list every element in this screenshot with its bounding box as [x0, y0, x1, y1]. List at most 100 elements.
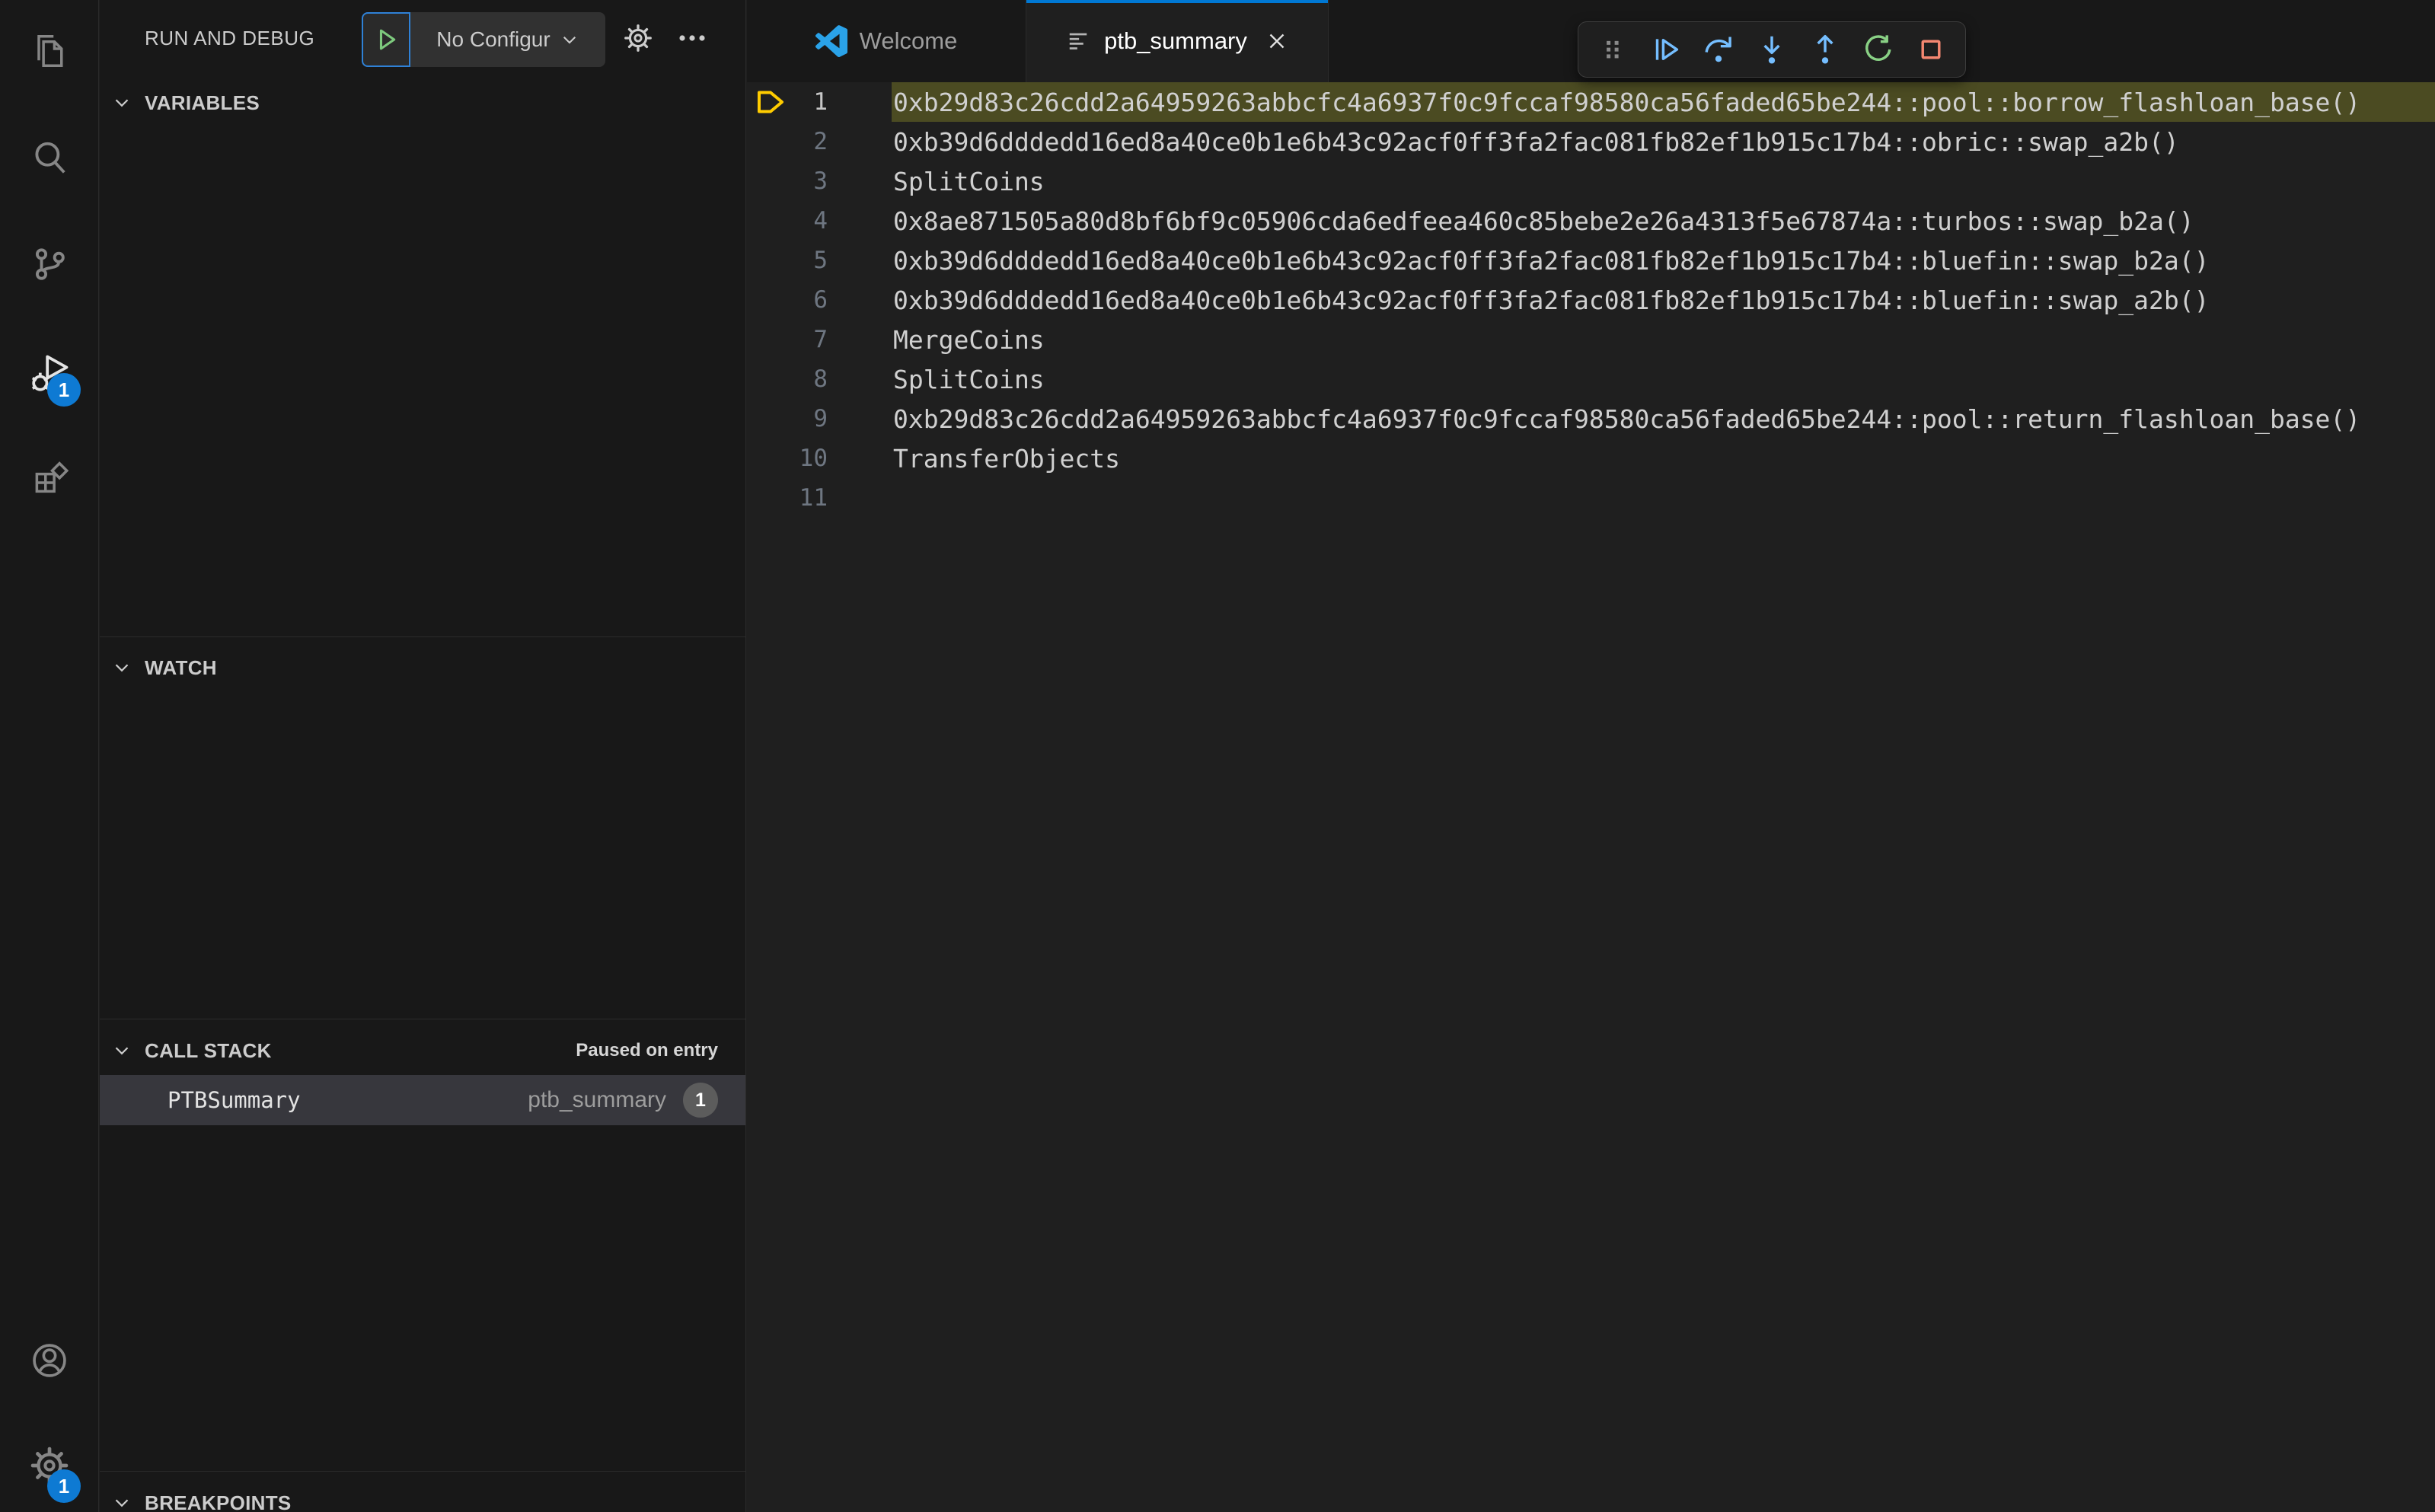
code-line[interactable]: 9 0xb29d83c26cdd2a64959263abbcfc4a6937f0c…	[747, 399, 2435, 439]
code-editor[interactable]: 1 0xb29d83c26cdd2a64959263abbcfc4a6937f0c…	[747, 82, 2435, 1512]
list-file-icon	[1064, 27, 1092, 55]
settings-badge: 1	[47, 1469, 81, 1503]
debug-restart-icon	[1860, 32, 1895, 67]
chevron-down-icon	[560, 30, 579, 49]
code-line-text: SplitCoins	[893, 364, 1045, 394]
code-line[interactable]: 4 0x8ae871505a80d8bf6bf9c05906cda6edfeea4…	[747, 201, 2435, 241]
section-label: VARIABLES	[145, 91, 260, 114]
gear-icon	[621, 21, 655, 55]
line-number[interactable]: 6	[747, 286, 828, 314]
debug-count-badge: 1	[47, 373, 81, 407]
chevron-down-icon	[110, 1039, 133, 1062]
debug-step-over-icon	[1701, 32, 1736, 67]
run-and-debug-sidebar: RUN AND DEBUG No Configur VARIABLES WATC…	[100, 0, 746, 1512]
views-more-actions-button[interactable]	[672, 0, 712, 76]
search-icon	[28, 137, 71, 180]
section-header-watch[interactable]: WATCH	[100, 646, 745, 689]
stop-button[interactable]	[1908, 27, 1954, 72]
code-line[interactable]: 10 TransferObjects	[747, 439, 2435, 478]
chevron-down-icon	[110, 656, 133, 679]
line-number[interactable]: 4	[747, 207, 828, 234]
code-line-text: TransferObjects	[893, 443, 1121, 474]
editor-area: Welcome ptb_summary 1 0xb29d83c26cdd2a649…	[747, 0, 2435, 1512]
tab-label: ptb_summary	[1104, 27, 1247, 54]
config-dropdown-label: No Configur	[436, 27, 551, 51]
sidebar-title: RUN AND DEBUG	[145, 26, 315, 49]
code-line[interactable]: 6 0xb39d6dddedd16ed8a40ce0b1e6b43c92acf0f…	[747, 280, 2435, 320]
code-line-text: 0xb29d83c26cdd2a64959263abbcfc4a6937f0c9…	[893, 404, 2361, 434]
section-divider	[100, 1471, 745, 1472]
toolbar-drag-handle[interactable]	[1590, 27, 1636, 72]
section-label: WATCH	[145, 656, 217, 679]
stack-frame-line-badge: 1	[683, 1083, 718, 1118]
debug-toolbar	[1578, 21, 1966, 78]
close-icon[interactable]	[1264, 28, 1290, 54]
code-line-text: 0x8ae871505a80d8bf6bf9c05906cda6edfeea46…	[893, 206, 2194, 236]
activitybar-item-settings[interactable]: 1	[0, 1424, 99, 1507]
activitybar-item-account[interactable]	[0, 1319, 99, 1402]
code-line-text: SplitCoins	[893, 166, 1045, 196]
debug-stop-icon	[1913, 32, 1948, 67]
line-number[interactable]: 5	[747, 247, 828, 274]
line-number[interactable]: 1	[747, 88, 828, 116]
debug-continue-icon	[1648, 32, 1683, 67]
ellipsis-icon	[672, 18, 712, 58]
chevron-down-icon	[110, 91, 133, 114]
step-into-button[interactable]	[1749, 27, 1795, 72]
debug-pause-status: Paused on entry	[576, 1040, 718, 1061]
tab-ptb-summary[interactable]: ptb_summary	[1026, 0, 1329, 82]
extensions-icon	[28, 456, 71, 499]
line-number[interactable]: 7	[747, 326, 828, 353]
activitybar-item-search[interactable]	[0, 116, 99, 200]
code-line[interactable]: 2 0xb39d6dddedd16ed8a40ce0b1e6b43c92acf0f…	[747, 122, 2435, 161]
restart-button[interactable]	[1855, 27, 1900, 72]
step-over-button[interactable]	[1696, 27, 1741, 72]
code-line[interactable]: 7 MergeCoins	[747, 320, 2435, 359]
code-line-text: 0xb39d6dddedd16ed8a40ce0b1e6b43c92acf0ff…	[893, 245, 2210, 276]
activitybar-item-run-and-debug[interactable]: 1	[0, 331, 99, 415]
continue-button[interactable]	[1643, 27, 1689, 72]
code-line-text: 0xb39d6dddedd16ed8a40ce0b1e6b43c92acf0ff…	[893, 285, 2210, 315]
code-line[interactable]: 11	[747, 478, 2435, 518]
line-number[interactable]: 11	[747, 484, 828, 512]
activity-bar: 1 1	[0, 0, 99, 1512]
line-number[interactable]: 2	[747, 128, 828, 155]
gripper-icon	[1597, 33, 1629, 65]
code-line-text: 0xb29d83c26cdd2a64959263abbcfc4a6937f0c9…	[893, 87, 2361, 117]
code-line[interactable]: 5 0xb39d6dddedd16ed8a40ce0b1e6b43c92acf0f…	[747, 241, 2435, 280]
sidebar-titlebar: RUN AND DEBUG No Configur	[100, 0, 745, 76]
call-stack-frame-row[interactable]: PTBSummary ptb_summary 1	[100, 1075, 745, 1125]
debug-step-out-icon	[1808, 32, 1843, 67]
activitybar-item-source-control[interactable]	[0, 222, 99, 306]
line-number[interactable]: 10	[747, 445, 828, 472]
step-out-button[interactable]	[1802, 27, 1848, 72]
open-launch-json-button[interactable]	[621, 0, 655, 76]
section-label: BREAKPOINTS	[145, 1491, 292, 1512]
section-label: CALL STACK	[145, 1038, 272, 1062]
activitybar-item-extensions[interactable]	[0, 435, 99, 519]
source-control-icon	[28, 243, 71, 285]
debug-step-into-icon	[1754, 32, 1789, 67]
code-line[interactable]: 1 0xb29d83c26cdd2a64959263abbcfc4a6937f0c…	[747, 82, 2435, 122]
line-number[interactable]: 3	[747, 167, 828, 195]
vscode-logo-icon	[815, 25, 847, 57]
code-line-text: 0xb39d6dddedd16ed8a40ce0b1e6b43c92acf0ff…	[893, 126, 2179, 157]
play-icon	[372, 25, 401, 54]
section-divider	[100, 636, 745, 637]
tab-welcome[interactable]: Welcome	[747, 0, 1026, 82]
code-line[interactable]: 3 SplitCoins	[747, 161, 2435, 201]
chevron-down-icon	[110, 1491, 133, 1512]
stack-frame-source: ptb_summary	[528, 1087, 666, 1112]
start-debugging-button[interactable]	[362, 12, 410, 67]
section-header-breakpoints[interactable]: BREAKPOINTS	[100, 1482, 745, 1512]
explorer-icon	[28, 30, 71, 72]
line-number[interactable]: 8	[747, 365, 828, 393]
debug-configuration-dropdown[interactable]: No Configur	[410, 12, 605, 67]
code-line[interactable]: 8 SplitCoins	[747, 359, 2435, 399]
stack-frame-name: PTBSummary	[168, 1087, 301, 1113]
section-header-call-stack[interactable]: CALL STACK Paused on entry	[100, 1029, 745, 1072]
section-header-variables[interactable]: VARIABLES	[100, 81, 745, 124]
tab-label: Welcome	[859, 27, 958, 54]
line-number[interactable]: 9	[747, 405, 828, 432]
activitybar-item-explorer[interactable]	[0, 9, 99, 93]
